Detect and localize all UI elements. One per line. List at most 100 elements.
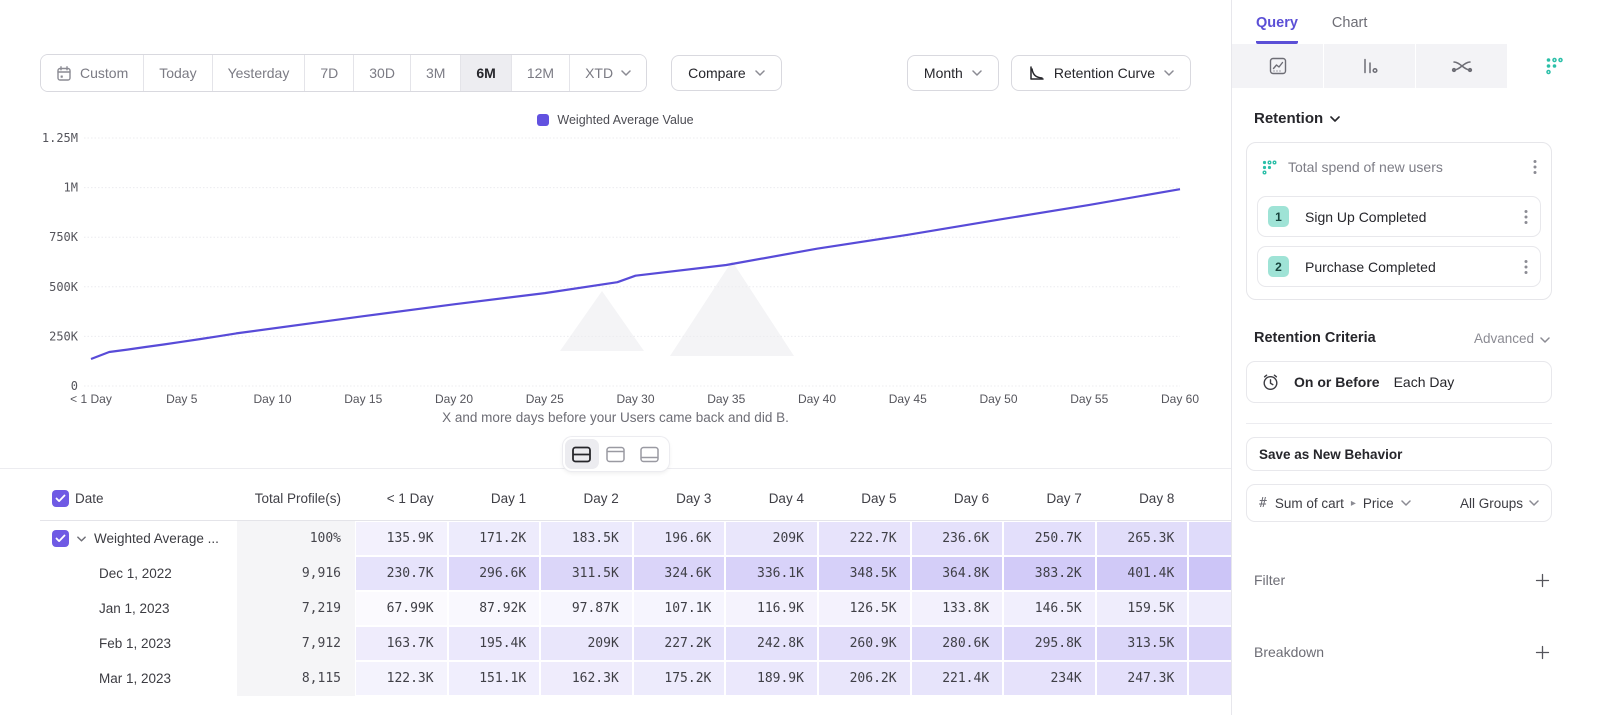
column-header-date[interactable]: Date <box>75 477 237 520</box>
compare-button[interactable]: Compare <box>671 55 782 91</box>
behavior-title: Total spend of new users <box>1288 159 1521 175</box>
measure-property: Price <box>1363 496 1394 511</box>
behavior-step-1[interactable]: 1Sign Up Completed <box>1257 196 1541 237</box>
calendar-icon <box>56 65 72 82</box>
report-tab-insights[interactable] <box>1232 44 1324 88</box>
column-header-day[interactable]: Day 3 <box>633 477 726 520</box>
column-header-total[interactable]: Total Profile(s) <box>237 477 355 520</box>
retention-value-cell: 162.3K <box>540 661 633 696</box>
table-row[interactable]: Feb 1, 20237,912163.7K195.4K209K227.2K24… <box>40 626 1231 661</box>
column-header-day[interactable]: Day 5 <box>818 477 911 520</box>
retention-icon <box>1261 159 1278 176</box>
checkbox-checked[interactable] <box>52 530 69 547</box>
retention-value-cell: 175.2K <box>633 661 726 696</box>
save-as-new-behavior-button[interactable]: Save as New Behavior <box>1246 437 1552 471</box>
column-header-day[interactable]: Day 6 <box>911 477 1004 520</box>
retention-value-cell: 295.8K <box>1003 626 1096 661</box>
row-label: Jan 1, 2023 <box>75 591 237 626</box>
checkbox-checked[interactable] <box>52 490 69 507</box>
range-custom[interactable]: Custom <box>41 55 144 91</box>
y-axis-tick: 750K <box>49 230 79 244</box>
report-tab-retention[interactable] <box>1508 44 1600 88</box>
range-30d[interactable]: 30D <box>354 55 411 91</box>
retention-table: DateTotal Profile(s)< 1 DayDay 1Day 2Day… <box>40 477 1231 696</box>
x-axis-tick: Day 60 <box>1161 392 1199 406</box>
all-groups-label: All Groups <box>1460 496 1523 511</box>
retention-value-cell: 265.3K <box>1096 521 1189 556</box>
filter-row: Filter <box>1254 570 1550 590</box>
retention-condition-card[interactable]: On or Before Each Day <box>1246 361 1552 403</box>
range-6m[interactable]: 6M <box>461 55 511 91</box>
condition-value: Each Day <box>1394 374 1455 390</box>
add-breakdown-button[interactable] <box>1535 645 1550 660</box>
step-number-badge: 1 <box>1268 206 1289 227</box>
column-header-day[interactable]: Day 2 <box>540 477 633 520</box>
retention-value-cell: 67.99K <box>355 591 448 626</box>
range-label: XTD <box>585 65 613 81</box>
column-header-day[interactable]: Day 1 <box>448 477 541 520</box>
add-filter-button[interactable] <box>1535 573 1550 588</box>
divider <box>1246 423 1552 424</box>
range-3m[interactable]: 3M <box>411 55 461 91</box>
retention-value-cell: 122.3K <box>355 661 448 696</box>
chevron-down-icon[interactable] <box>77 536 86 542</box>
tab-query[interactable]: Query <box>1256 15 1298 44</box>
range-12m[interactable]: 12M <box>512 55 570 91</box>
retention-value-cell: 135.9K <box>355 521 448 556</box>
retention-value-cell: 401.4K <box>1096 556 1189 591</box>
kebab-menu-icon[interactable] <box>1531 157 1539 177</box>
y-axis-tick: 1.25M <box>42 131 78 145</box>
layout-chart-view-button[interactable] <box>599 439 633 469</box>
behavior-card: Total spend of new users 1Sign Up Comple… <box>1246 142 1552 300</box>
advanced-dropdown[interactable]: Advanced <box>1474 331 1550 346</box>
table-row[interactable]: Dec 1, 20229,916230.7K296.6K311.5K324.6K… <box>40 556 1231 591</box>
column-header-day[interactable]: Day 8 <box>1096 477 1189 520</box>
report-type-tabs <box>1232 44 1600 88</box>
report-tab-flows[interactable] <box>1416 44 1508 88</box>
chevron-down-icon <box>755 70 765 76</box>
x-axis-tick: Day 50 <box>979 392 1017 406</box>
range-today[interactable]: Today <box>144 55 212 91</box>
row-label: Dec 1, 2022 <box>75 556 237 591</box>
range-label: Yesterday <box>228 65 290 81</box>
chart-type-button[interactable]: Retention Curve <box>1011 55 1191 91</box>
behavior-header[interactable]: Total spend of new users <box>1257 153 1541 187</box>
measure-property-dropdown[interactable]: Sum of cart ▸ Price <box>1275 496 1452 511</box>
x-axis-tick: Day 10 <box>253 392 291 406</box>
query-sidebar: Query Chart Retention Total spend of new… <box>1231 0 1600 715</box>
retention-value-cell-clipped <box>1188 556 1231 591</box>
all-groups-dropdown[interactable]: All Groups <box>1460 496 1539 511</box>
kebab-menu-icon[interactable] <box>1522 207 1530 227</box>
kebab-menu-icon[interactable] <box>1522 257 1530 277</box>
table-row[interactable]: Jan 1, 20237,21967.99K87.92K97.87K107.1K… <box>40 591 1231 626</box>
behavior-steps: 1Sign Up Completed 2Purchase Completed <box>1257 196 1541 287</box>
compare-label: Compare <box>688 65 746 81</box>
column-header-day[interactable]: < 1 Day <box>355 477 448 520</box>
report-tab-funnels[interactable] <box>1324 44 1416 88</box>
range-label: Custom <box>80 65 128 81</box>
behavior-step-2[interactable]: 2Purchase Completed <box>1257 246 1541 287</box>
range-xtd[interactable]: XTD <box>570 55 646 91</box>
table-row[interactable]: Weighted Average ...100%135.9K171.2K183.… <box>40 521 1231 556</box>
column-header-day[interactable]: Day 4 <box>725 477 818 520</box>
granularity-button[interactable]: Month <box>907 55 999 91</box>
date-range-group: Custom Today Yesterday 7D30D3M6M12M XTD <box>40 54 647 92</box>
watermark-mountain <box>670 261 794 356</box>
range-yesterday[interactable]: Yesterday <box>213 55 306 91</box>
retention-value-cell: 260.9K <box>818 626 911 661</box>
retention-section-toggle[interactable]: Retention <box>1254 110 1552 127</box>
retention-value-cell: 183.5K <box>540 521 633 556</box>
range-7d[interactable]: 7D <box>305 55 354 91</box>
retention-value-cell: 234K <box>1003 661 1096 696</box>
tab-chart[interactable]: Chart <box>1332 15 1367 44</box>
retention-value-cell: 222.7K <box>818 521 911 556</box>
layout-split-view-button[interactable] <box>565 439 599 469</box>
column-header-day[interactable]: Day 7 <box>1003 477 1096 520</box>
step-number-badge: 2 <box>1268 256 1289 277</box>
retention-value-cell: 247.3K <box>1096 661 1189 696</box>
retention-value-cell: 209K <box>725 521 818 556</box>
retention-line-chart[interactable]: 1.25M1M750K500K250K0< 1 DayDay 5Day 10Da… <box>20 131 1211 409</box>
layout-table-view-button[interactable] <box>633 439 667 469</box>
table-row[interactable]: Mar 1, 20238,115122.3K151.1K162.3K175.2K… <box>40 661 1231 696</box>
retention-value-cell: 336.1K <box>725 556 818 591</box>
